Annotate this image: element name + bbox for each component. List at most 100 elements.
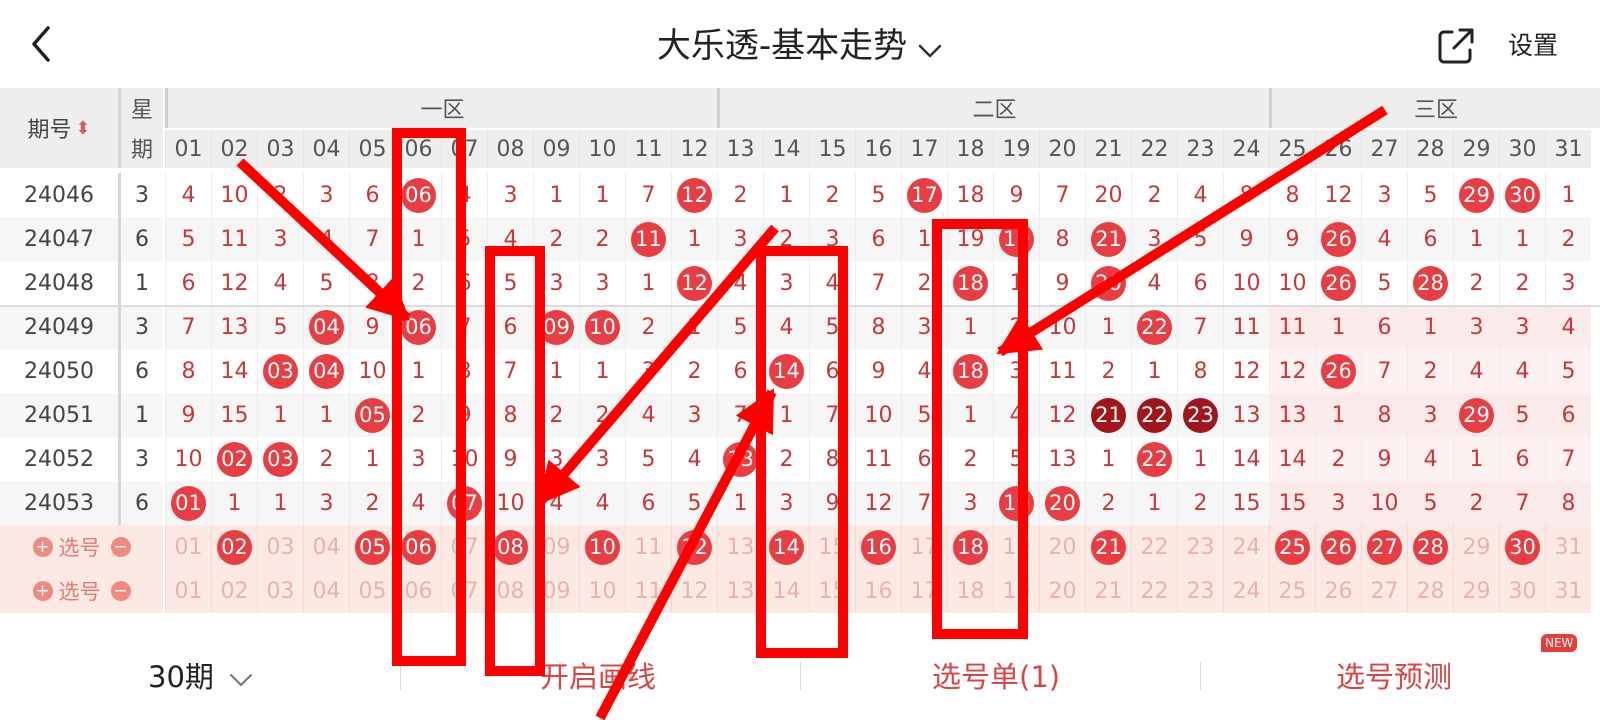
pick-cell[interactable]: 17: [901, 569, 947, 613]
pick-cell[interactable]: 23: [1177, 569, 1223, 613]
period-header[interactable]: 期号 ⬍: [0, 88, 118, 168]
pick-cell[interactable]: 07: [441, 525, 487, 569]
remove-pick-icon[interactable]: −: [110, 537, 131, 557]
pick-cell[interactable]: 26: [1315, 525, 1361, 569]
pick-cell[interactable]: 23: [1177, 525, 1223, 569]
selected-number-ball[interactable]: 16: [861, 529, 896, 565]
pick-cell[interactable]: 13: [717, 569, 763, 613]
pick-cell[interactable]: 19: [993, 525, 1039, 569]
pick-cell[interactable]: 18: [947, 569, 993, 613]
pick-cell[interactable]: 04: [303, 525, 349, 569]
pick-cell[interactable]: 06: [395, 525, 441, 569]
pick-cell[interactable]: 12: [671, 569, 717, 613]
pick-cell[interactable]: 14: [763, 569, 809, 613]
selected-number-ball[interactable]: 18: [953, 529, 988, 565]
pick-cell[interactable]: 28: [1407, 569, 1453, 613]
pick-cell[interactable]: 16: [855, 569, 901, 613]
pick-cell[interactable]: 24: [1223, 569, 1269, 613]
pick-cell[interactable]: 25: [1269, 525, 1315, 569]
pick-cell[interactable]: 09: [533, 525, 579, 569]
pick-cell[interactable]: 14: [763, 525, 809, 569]
pick-cell[interactable]: 10: [579, 525, 625, 569]
pick-cell[interactable]: 08: [487, 525, 533, 569]
number-cell: 7: [349, 217, 395, 261]
pick-cell[interactable]: 31: [1545, 569, 1591, 613]
pick-cell[interactable]: 22: [1131, 569, 1177, 613]
pick-cell[interactable]: 19: [993, 569, 1039, 613]
selected-number-ball[interactable]: 30: [1505, 529, 1540, 565]
number-cell: 4: [1131, 261, 1177, 305]
number-column-header: 18: [947, 130, 993, 168]
pick-cell[interactable]: 13: [717, 525, 763, 569]
pick-cell[interactable]: 21: [1085, 569, 1131, 613]
selection-list-button[interactable]: 选号单(1): [932, 654, 1060, 696]
pick-cell[interactable]: 11: [625, 569, 671, 613]
pick-cell[interactable]: 30: [1499, 525, 1545, 569]
add-pick-icon[interactable]: +: [32, 581, 53, 601]
remove-pick-icon[interactable]: −: [110, 581, 131, 601]
pick-cell[interactable]: 29: [1453, 525, 1499, 569]
selected-number-ball[interactable]: 14: [769, 529, 804, 565]
pick-cell[interactable]: 18: [947, 525, 993, 569]
pick-cell[interactable]: 22: [1131, 525, 1177, 569]
number-column-header: 22: [1131, 130, 1177, 168]
selected-number-ball[interactable]: 06: [401, 529, 436, 565]
number-cell: 8: [1545, 481, 1591, 525]
pick-cell[interactable]: 27: [1361, 569, 1407, 613]
pick-cell[interactable]: 08: [487, 569, 533, 613]
pick-cell[interactable]: 06: [395, 569, 441, 613]
pick-cell[interactable]: 05: [349, 569, 395, 613]
pick-cell[interactable]: 21: [1085, 525, 1131, 569]
selected-number-ball[interactable]: 27: [1367, 529, 1402, 565]
selected-number-ball[interactable]: 12: [677, 529, 712, 565]
number-cell: 9: [441, 393, 487, 437]
pick-cell[interactable]: 27: [1361, 525, 1407, 569]
pick-cell[interactable]: 29: [1453, 569, 1499, 613]
pick-cell[interactable]: 15: [809, 525, 855, 569]
selected-number-ball[interactable]: 21: [1091, 529, 1126, 565]
pick-cell[interactable]: 02: [211, 569, 257, 613]
pick-cell[interactable]: 16: [855, 525, 901, 569]
drawn-number-ball: 05: [355, 397, 390, 433]
pick-cell[interactable]: 01: [165, 525, 211, 569]
selected-number-ball[interactable]: 08: [493, 529, 528, 565]
pick-cell[interactable]: 30: [1499, 569, 1545, 613]
selected-number-ball[interactable]: 26: [1321, 529, 1356, 565]
pick-cell[interactable]: 26: [1315, 569, 1361, 613]
pick-cell[interactable]: 05: [349, 525, 395, 569]
selected-number-ball[interactable]: 02: [217, 529, 252, 565]
number-cell: 9: [809, 481, 855, 525]
number-column-header: 30: [1499, 130, 1545, 168]
pick-cell[interactable]: 17: [901, 525, 947, 569]
pick-cell[interactable]: 28: [1407, 525, 1453, 569]
pick-cell[interactable]: 25: [1269, 569, 1315, 613]
pick-cell[interactable]: 01: [165, 569, 211, 613]
prediction-button[interactable]: 选号预测: [1336, 654, 1452, 696]
number-cell: 02: [211, 437, 257, 481]
selected-number-ball[interactable]: 28: [1413, 529, 1448, 565]
periods-selector[interactable]: 30期: [148, 654, 253, 696]
draw-lines-button[interactable]: 开启画线: [540, 654, 656, 696]
number-cell: 12: [1269, 349, 1315, 393]
pick-cell[interactable]: 24: [1223, 525, 1269, 569]
pick-cell[interactable]: 02: [211, 525, 257, 569]
pick-cell[interactable]: 03: [257, 525, 303, 569]
selected-number-ball[interactable]: 10: [585, 529, 620, 565]
selected-number-ball[interactable]: 25: [1275, 529, 1310, 565]
pick-cell[interactable]: 15: [809, 569, 855, 613]
pick-cell[interactable]: 03: [257, 569, 303, 613]
pick-cell[interactable]: 31: [1545, 525, 1591, 569]
add-pick-icon[interactable]: +: [32, 537, 53, 557]
drawn-number-ball: 04: [309, 353, 344, 389]
selected-number-ball[interactable]: 05: [355, 529, 390, 565]
pick-cell[interactable]: 04: [303, 569, 349, 613]
drawn-number-ball: 21: [1091, 221, 1126, 257]
pick-cell[interactable]: 20: [1039, 525, 1085, 569]
pick-cell[interactable]: 20: [1039, 569, 1085, 613]
number-cell: 2: [1453, 261, 1499, 305]
pick-cell[interactable]: 12: [671, 525, 717, 569]
pick-cell[interactable]: 07: [441, 569, 487, 613]
pick-cell[interactable]: 09: [533, 569, 579, 613]
pick-cell[interactable]: 11: [625, 525, 671, 569]
pick-cell[interactable]: 10: [579, 569, 625, 613]
